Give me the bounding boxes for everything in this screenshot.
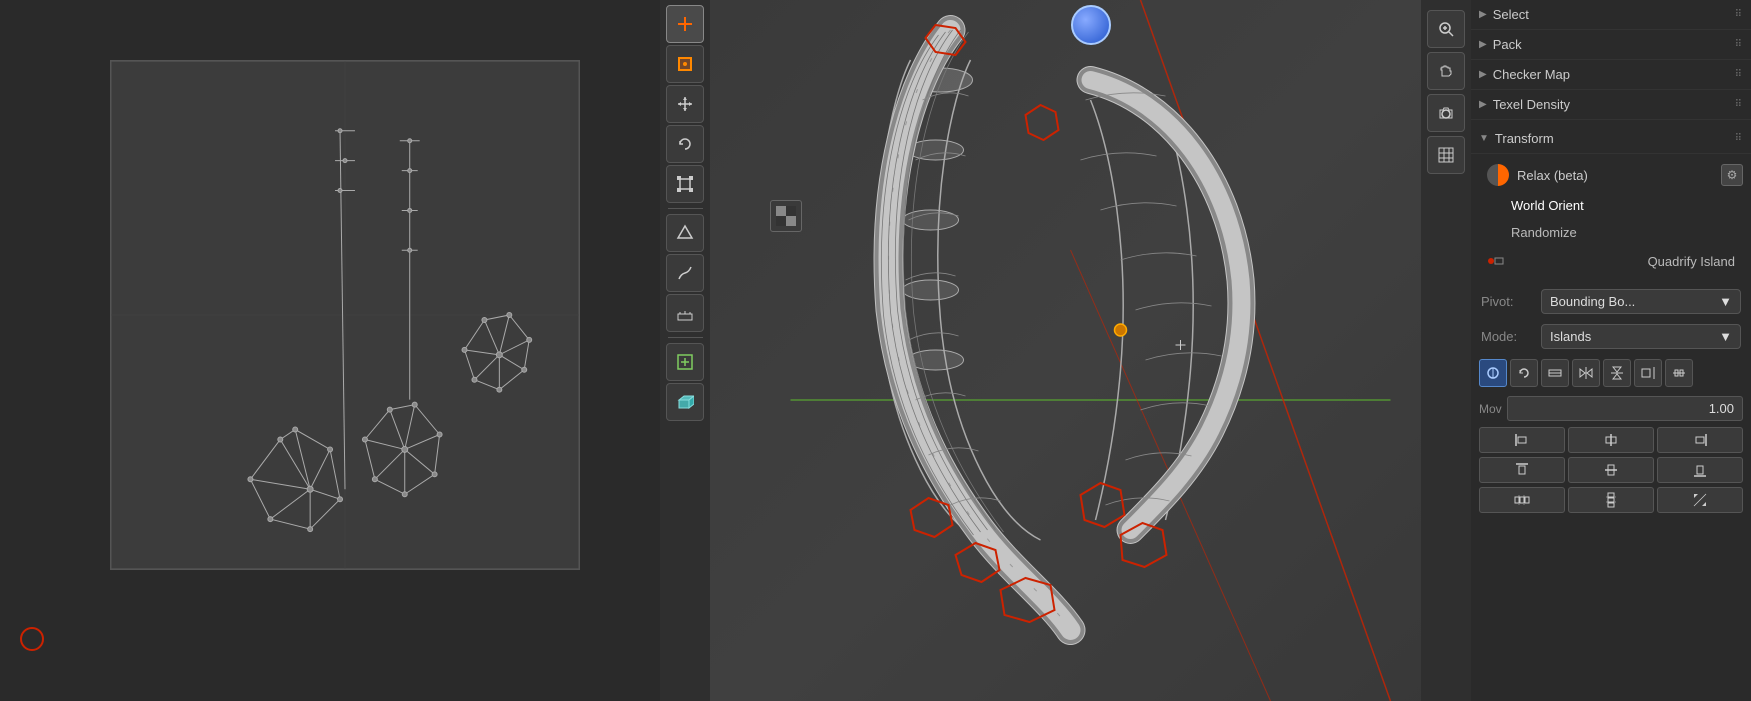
add-mesh-btn[interactable] bbox=[666, 343, 704, 381]
pivot-value: Bounding Bo... bbox=[1550, 294, 1635, 309]
viewport-content bbox=[710, 0, 1471, 701]
transform-dots: ⠿ bbox=[1735, 133, 1743, 144]
grid-row-1 bbox=[1471, 425, 1751, 455]
flip-v-btn[interactable] bbox=[1603, 359, 1631, 387]
relax-icon bbox=[1487, 164, 1509, 186]
world-orient-btn[interactable]: World Orient bbox=[1471, 192, 1751, 219]
viewport-right-tools bbox=[1421, 0, 1471, 701]
grid-row-3 bbox=[1471, 485, 1751, 515]
texel-section[interactable]: ▶ Texel Density ⠿ bbox=[1471, 90, 1751, 120]
uv-toolbar bbox=[660, 0, 710, 701]
rotate-cw-btn[interactable] bbox=[1510, 359, 1538, 387]
grid-overlay-btn[interactable] bbox=[1427, 136, 1465, 174]
grid-btn-equal-h[interactable] bbox=[1479, 487, 1565, 513]
grid-btn-equal-v[interactable] bbox=[1568, 487, 1654, 513]
transform-header-left: ▼ Transform bbox=[1479, 131, 1554, 146]
quadrify-icon bbox=[1487, 252, 1505, 270]
transform-section: ▼ Transform ⠿ Relax (beta) ⚙ World Orien… bbox=[1471, 120, 1751, 284]
annotate-tool-btn[interactable] bbox=[666, 254, 704, 292]
mode-label: Mode: bbox=[1481, 329, 1531, 344]
pack-section[interactable]: ▶ Pack ⠿ bbox=[1471, 30, 1751, 60]
select-section-left: ▶ Select bbox=[1479, 7, 1529, 22]
pivot-dropdown[interactable]: Bounding Bo... ▼ bbox=[1541, 289, 1741, 314]
camera-btn[interactable] bbox=[1427, 94, 1465, 132]
texel-section-left: ▶ Texel Density bbox=[1479, 97, 1570, 112]
randomize-btn[interactable]: Randomize bbox=[1471, 219, 1751, 246]
transform-header[interactable]: ▼ Transform ⠿ bbox=[1471, 124, 1751, 154]
align-h-btn[interactable] bbox=[1541, 359, 1569, 387]
transform-chevron: ▼ bbox=[1479, 133, 1489, 144]
mode-dropdown[interactable]: Islands ▼ bbox=[1541, 324, 1741, 349]
texel-chevron: ▶ bbox=[1479, 99, 1487, 110]
checker-label: Checker Map bbox=[1493, 67, 1570, 82]
relax-gear-btn[interactable]: ⚙ bbox=[1721, 164, 1743, 186]
grid-btn-align-bottom[interactable] bbox=[1657, 457, 1743, 483]
3d-viewport bbox=[710, 0, 1471, 701]
origin-indicator bbox=[20, 627, 44, 651]
relax-row: Relax (beta) ⚙ bbox=[1471, 158, 1751, 192]
grid-btn-align-left[interactable] bbox=[1479, 427, 1565, 453]
align-active-btn[interactable] bbox=[1479, 359, 1507, 387]
quadrify-btn[interactable]: Quadrify Island bbox=[1471, 246, 1751, 276]
separator-1 bbox=[668, 208, 703, 209]
transform-label: Transform bbox=[1495, 131, 1554, 146]
pack-label: Pack bbox=[1493, 37, 1522, 52]
mov-label: Mov bbox=[1479, 402, 1502, 416]
zoom-btn[interactable] bbox=[1427, 10, 1465, 48]
select-section[interactable]: ▶ Select ⠿ bbox=[1471, 0, 1751, 30]
grid-btn-align-middle[interactable] bbox=[1568, 457, 1654, 483]
select-tool-btn[interactable] bbox=[666, 45, 704, 83]
texel-dots: ⠿ bbox=[1735, 99, 1743, 110]
grid-btn-align-top[interactable] bbox=[1479, 457, 1565, 483]
mode-value: Islands bbox=[1550, 329, 1591, 344]
uv-editor-panel bbox=[0, 0, 660, 701]
select-dots: ⠿ bbox=[1735, 9, 1743, 20]
pack-chevron: ▶ bbox=[1479, 39, 1487, 50]
pivot-row: Pivot: Bounding Bo... ▼ bbox=[1471, 284, 1751, 319]
checker-dots: ⠿ bbox=[1735, 69, 1743, 80]
transform-content: Relax (beta) ⚙ World Orient Randomize Qu… bbox=[1471, 154, 1751, 280]
grid-btn-align-right[interactable] bbox=[1657, 427, 1743, 453]
quadrify-label: Quadrify Island bbox=[1648, 254, 1735, 269]
move-tool-btn[interactable] bbox=[666, 85, 704, 123]
cube-btn[interactable] bbox=[666, 383, 704, 421]
mov-value[interactable]: 1.00 bbox=[1507, 396, 1743, 421]
mode-row: Mode: Islands ▼ bbox=[1471, 319, 1751, 354]
pivot-label: Pivot: bbox=[1481, 294, 1531, 309]
checker-section-left: ▶ Checker Map bbox=[1479, 67, 1570, 82]
scale-tool-btn[interactable] bbox=[666, 165, 704, 203]
cursor-tool-btn[interactable] bbox=[666, 5, 704, 43]
separator-2 bbox=[668, 337, 703, 338]
select-label: Select bbox=[1493, 7, 1529, 22]
transform-tool-btn[interactable] bbox=[666, 214, 704, 252]
distribute-btn[interactable] bbox=[1665, 359, 1693, 387]
pack-dots: ⠿ bbox=[1735, 39, 1743, 50]
pivot-chevron: ▼ bbox=[1719, 294, 1732, 309]
texel-label: Texel Density bbox=[1493, 97, 1570, 112]
select-chevron: ▶ bbox=[1479, 9, 1487, 20]
grid-row-2 bbox=[1471, 455, 1751, 485]
randomize-label: Randomize bbox=[1511, 225, 1577, 240]
icon-buttons-row bbox=[1471, 354, 1751, 392]
measure-tool-btn[interactable] bbox=[666, 294, 704, 332]
rotate-tool-btn[interactable] bbox=[666, 125, 704, 163]
world-orient-label: World Orient bbox=[1511, 198, 1584, 213]
align-right-btn[interactable] bbox=[1634, 359, 1662, 387]
checkerboard-btn[interactable] bbox=[770, 200, 802, 232]
mode-chevron: ▼ bbox=[1719, 329, 1732, 344]
relax-label: Relax (beta) bbox=[1517, 168, 1713, 183]
checker-chevron: ▶ bbox=[1479, 69, 1487, 80]
right-panel: ▶ Select ⠿ ▶ Pack ⠿ ▶ Checker Map ⠿ ▶ Te… bbox=[1471, 0, 1751, 701]
pack-section-left: ▶ Pack bbox=[1479, 37, 1522, 52]
grid-btn-align-center[interactable] bbox=[1568, 427, 1654, 453]
mov-row: Mov 1.00 bbox=[1471, 392, 1751, 425]
flip-h-btn[interactable] bbox=[1572, 359, 1600, 387]
checker-map-section[interactable]: ▶ Checker Map ⠿ bbox=[1471, 60, 1751, 90]
hand-btn[interactable] bbox=[1427, 52, 1465, 90]
grid-btn-expand[interactable] bbox=[1657, 487, 1743, 513]
uv-canvas bbox=[110, 60, 580, 570]
